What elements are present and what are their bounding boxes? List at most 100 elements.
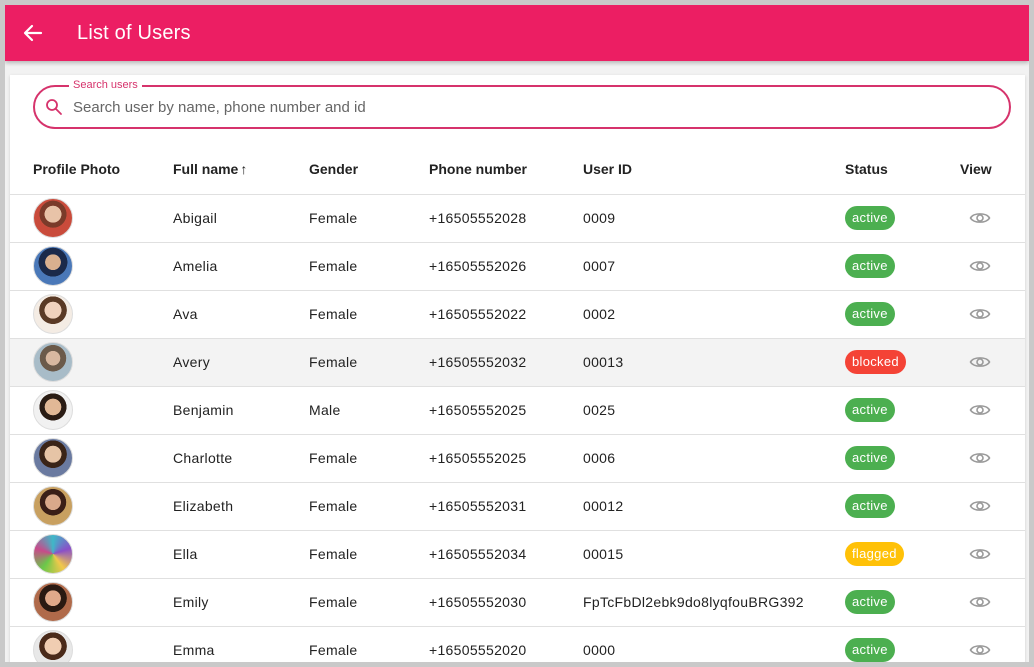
table-row[interactable]: Emma Female +16505552020 0000 active — [10, 626, 1025, 662]
column-header-user-id[interactable]: User ID — [583, 144, 845, 195]
view-cell — [960, 338, 1025, 387]
table-row[interactable]: Ella Female +16505552034 00015 flagged — [10, 530, 1025, 579]
column-header-phone-number[interactable]: Phone number — [429, 144, 583, 195]
avatar — [33, 246, 73, 286]
status-badge: active — [845, 446, 895, 470]
phone-number-cell: +16505552031 — [429, 482, 583, 531]
status-cell: active — [845, 482, 960, 531]
column-header-profile-photo: Profile Photo — [10, 144, 173, 195]
status-badge: active — [845, 254, 895, 278]
phone-number-cell: +16505552028 — [429, 194, 583, 243]
status-cell: active — [845, 242, 960, 291]
arrow-up-icon: ↑ — [240, 160, 248, 177]
view-cell — [960, 434, 1025, 483]
full-name-cell: Emily — [173, 578, 309, 627]
view-cell — [960, 290, 1025, 339]
view-cell — [960, 386, 1025, 435]
user-id-cell: 00013 — [583, 338, 845, 387]
view-cell — [960, 482, 1025, 531]
avatar — [33, 294, 73, 334]
phone-number-cell: +16505552020 — [429, 626, 583, 662]
table-row[interactable]: Benjamin Male +16505552025 0025 active — [10, 386, 1025, 435]
gender-cell: Female — [309, 482, 429, 531]
search-label: Search users — [69, 78, 142, 92]
eye-icon[interactable] — [969, 498, 991, 514]
search-input[interactable] — [73, 93, 993, 121]
status-cell: active — [845, 386, 960, 435]
eye-icon[interactable] — [969, 642, 991, 658]
user-id-cell: 0025 — [583, 386, 845, 435]
page-title: List of Users — [77, 21, 191, 44]
user-id-cell: 0000 — [583, 626, 845, 662]
phone-number-cell: +16505552025 — [429, 386, 583, 435]
full-name-cell: Benjamin — [173, 386, 309, 435]
profile-photo-cell — [10, 482, 173, 531]
user-id-cell: 0006 — [583, 434, 845, 483]
full-name-cell: Charlotte — [173, 434, 309, 483]
gender-cell: Female — [309, 578, 429, 627]
eye-icon[interactable] — [969, 306, 991, 322]
full-name-cell: Ava — [173, 290, 309, 339]
phone-number-cell: +16505552026 — [429, 242, 583, 291]
status-cell: active — [845, 578, 960, 627]
column-header-full-name[interactable]: Full name ↑ — [173, 144, 309, 195]
user-id-cell: 0009 — [583, 194, 845, 243]
column-header-view: View — [960, 144, 1025, 195]
search-field[interactable]: Search users — [33, 78, 1011, 129]
full-name-cell: Abigail — [173, 194, 309, 243]
user-id-cell: FpTcFbDl2ebk9do8lyqfouBRG392 — [583, 578, 845, 627]
users-card: Search users Profile Photo Full name↑ Ge… — [10, 75, 1025, 662]
gender-cell: Female — [309, 242, 429, 291]
phone-number-cell: +16505552025 — [429, 434, 583, 483]
phone-number-cell: +16505552022 — [429, 290, 583, 339]
eye-icon[interactable] — [969, 594, 991, 610]
gender-cell: Male — [309, 386, 429, 435]
table-row[interactable]: Ava Female +16505552022 0002 active — [10, 290, 1025, 339]
avatar — [33, 534, 73, 574]
status-badge: flagged — [845, 542, 904, 566]
status-badge: active — [845, 590, 895, 614]
profile-photo-cell — [10, 578, 173, 627]
user-id-cell: 0007 — [583, 242, 845, 291]
profile-photo-cell — [10, 530, 173, 579]
gender-cell: Female — [309, 530, 429, 579]
column-header-status[interactable]: Status — [845, 144, 960, 195]
table-row[interactable]: Elizabeth Female +16505552031 00012 active — [10, 482, 1025, 531]
users-table: Profile Photo Full name ↑ Gender Phone nu… — [10, 144, 1025, 662]
table-row[interactable]: Avery Female +16505552032 00013 blocked — [10, 338, 1025, 387]
eye-icon[interactable] — [969, 546, 991, 562]
avatar — [33, 486, 73, 526]
user-id-cell: 00015 — [583, 530, 845, 579]
profile-photo-cell — [10, 338, 173, 387]
table-row[interactable]: Amelia Female +16505552026 0007 active — [10, 242, 1025, 291]
status-cell: active — [845, 434, 960, 483]
full-name-cell: Elizabeth — [173, 482, 309, 531]
avatar — [33, 198, 73, 238]
table-row[interactable]: Charlotte Female +16505552025 0006 active — [10, 434, 1025, 483]
eye-icon[interactable] — [969, 258, 991, 274]
back-button[interactable] — [5, 5, 61, 61]
view-cell — [960, 530, 1025, 579]
status-badge: blocked — [845, 350, 906, 374]
eye-icon[interactable] — [969, 354, 991, 370]
phone-number-cell: +16505552034 — [429, 530, 583, 579]
status-cell: flagged — [845, 530, 960, 579]
eye-icon[interactable] — [969, 402, 991, 418]
gender-cell: Female — [309, 434, 429, 483]
table-row[interactable]: Abigail Female +16505552028 0009 active — [10, 194, 1025, 243]
view-cell — [960, 242, 1025, 291]
view-cell — [960, 626, 1025, 662]
profile-photo-cell — [10, 434, 173, 483]
column-header-gender[interactable]: Gender — [309, 144, 429, 195]
status-badge: active — [845, 302, 895, 326]
eye-icon[interactable] — [969, 450, 991, 466]
table-row[interactable]: Emily Female +16505552030 FpTcFbDl2ebk9do8l… — [10, 578, 1025, 627]
table-header-row: Profile Photo Full name ↑ Gender Phone nu… — [10, 144, 1025, 195]
status-badge: active — [845, 494, 895, 518]
full-name-cell: Ella — [173, 530, 309, 579]
gender-cell: Female — [309, 626, 429, 662]
arrow-left-icon — [23, 24, 43, 42]
user-id-cell: 00012 — [583, 482, 845, 531]
eye-icon[interactable] — [969, 210, 991, 226]
avatar — [33, 582, 73, 622]
